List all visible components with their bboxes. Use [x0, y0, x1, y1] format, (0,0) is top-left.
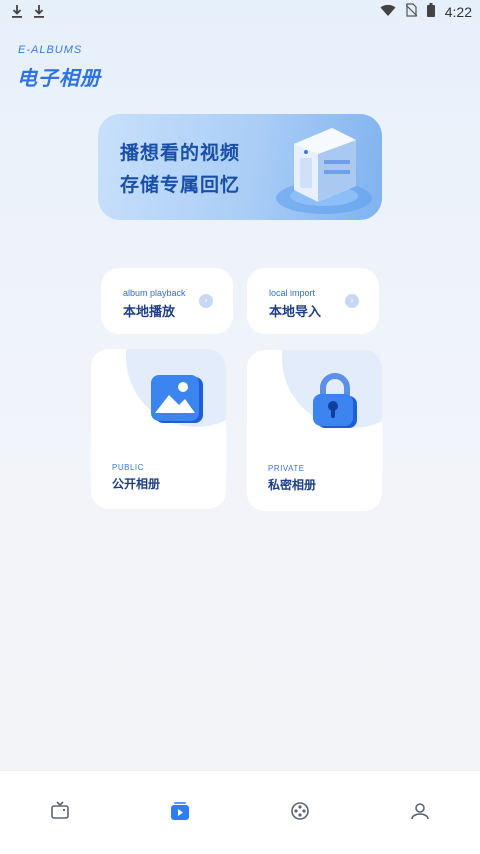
- public-album-en-label: PUBLIC: [112, 463, 144, 472]
- tab-film[interactable]: [288, 799, 312, 823]
- banner-line-1: 播想看的视频: [120, 142, 241, 164]
- local-import-en-label: local import: [269, 288, 316, 298]
- lock-icon: [313, 373, 357, 428]
- film-reel-icon: [291, 802, 309, 820]
- tv-icon: [51, 801, 69, 819]
- tab-tv[interactable]: [48, 799, 72, 823]
- tab-profile[interactable]: [408, 799, 432, 823]
- album-playback-en-label: album playback: [123, 288, 186, 298]
- download-icon: [32, 4, 46, 20]
- album-play-icon: [171, 802, 189, 820]
- battery-icon: [426, 3, 435, 21]
- no-sim-icon: [405, 3, 418, 21]
- clock-time: 4:22: [444, 4, 472, 20]
- status-bar: 4:22: [0, 0, 480, 24]
- local-import-label: 本地导入: [269, 305, 322, 320]
- album-playback-card[interactable]: album playback 本地播放 ›: [101, 268, 233, 334]
- local-import-card[interactable]: local import 本地导入 ›: [247, 268, 379, 334]
- banner-line-2: 存储专属回忆: [120, 174, 241, 196]
- status-left: [10, 4, 46, 20]
- private-album-en-label: PRIVATE: [268, 464, 305, 473]
- album-playback-label: 本地播放: [123, 305, 176, 320]
- chevron-right-icon: ›: [199, 294, 213, 308]
- status-right: 4:22: [380, 3, 472, 21]
- chevron-right-icon: ›: [345, 294, 359, 308]
- promo-banner[interactable]: 播想看的视频 存储专属回忆: [98, 114, 382, 220]
- bottom-tab-bar: [0, 770, 480, 854]
- public-album-card[interactable]: PUBLIC 公开相册: [91, 349, 226, 509]
- brand-english-title: E-ALBUMS: [18, 44, 83, 56]
- public-album-label: 公开相册: [112, 477, 161, 491]
- wifi-icon: [380, 4, 396, 21]
- private-album-card[interactable]: PRIVATE 私密相册: [247, 350, 382, 511]
- image-icon: [151, 375, 203, 423]
- download-icon: [10, 4, 24, 20]
- page-title: 电子相册: [17, 66, 101, 90]
- storage-device-illustration: [276, 128, 372, 214]
- tab-album-play[interactable]: [168, 799, 192, 823]
- private-album-label: 私密相册: [268, 478, 317, 492]
- user-icon: [411, 803, 429, 820]
